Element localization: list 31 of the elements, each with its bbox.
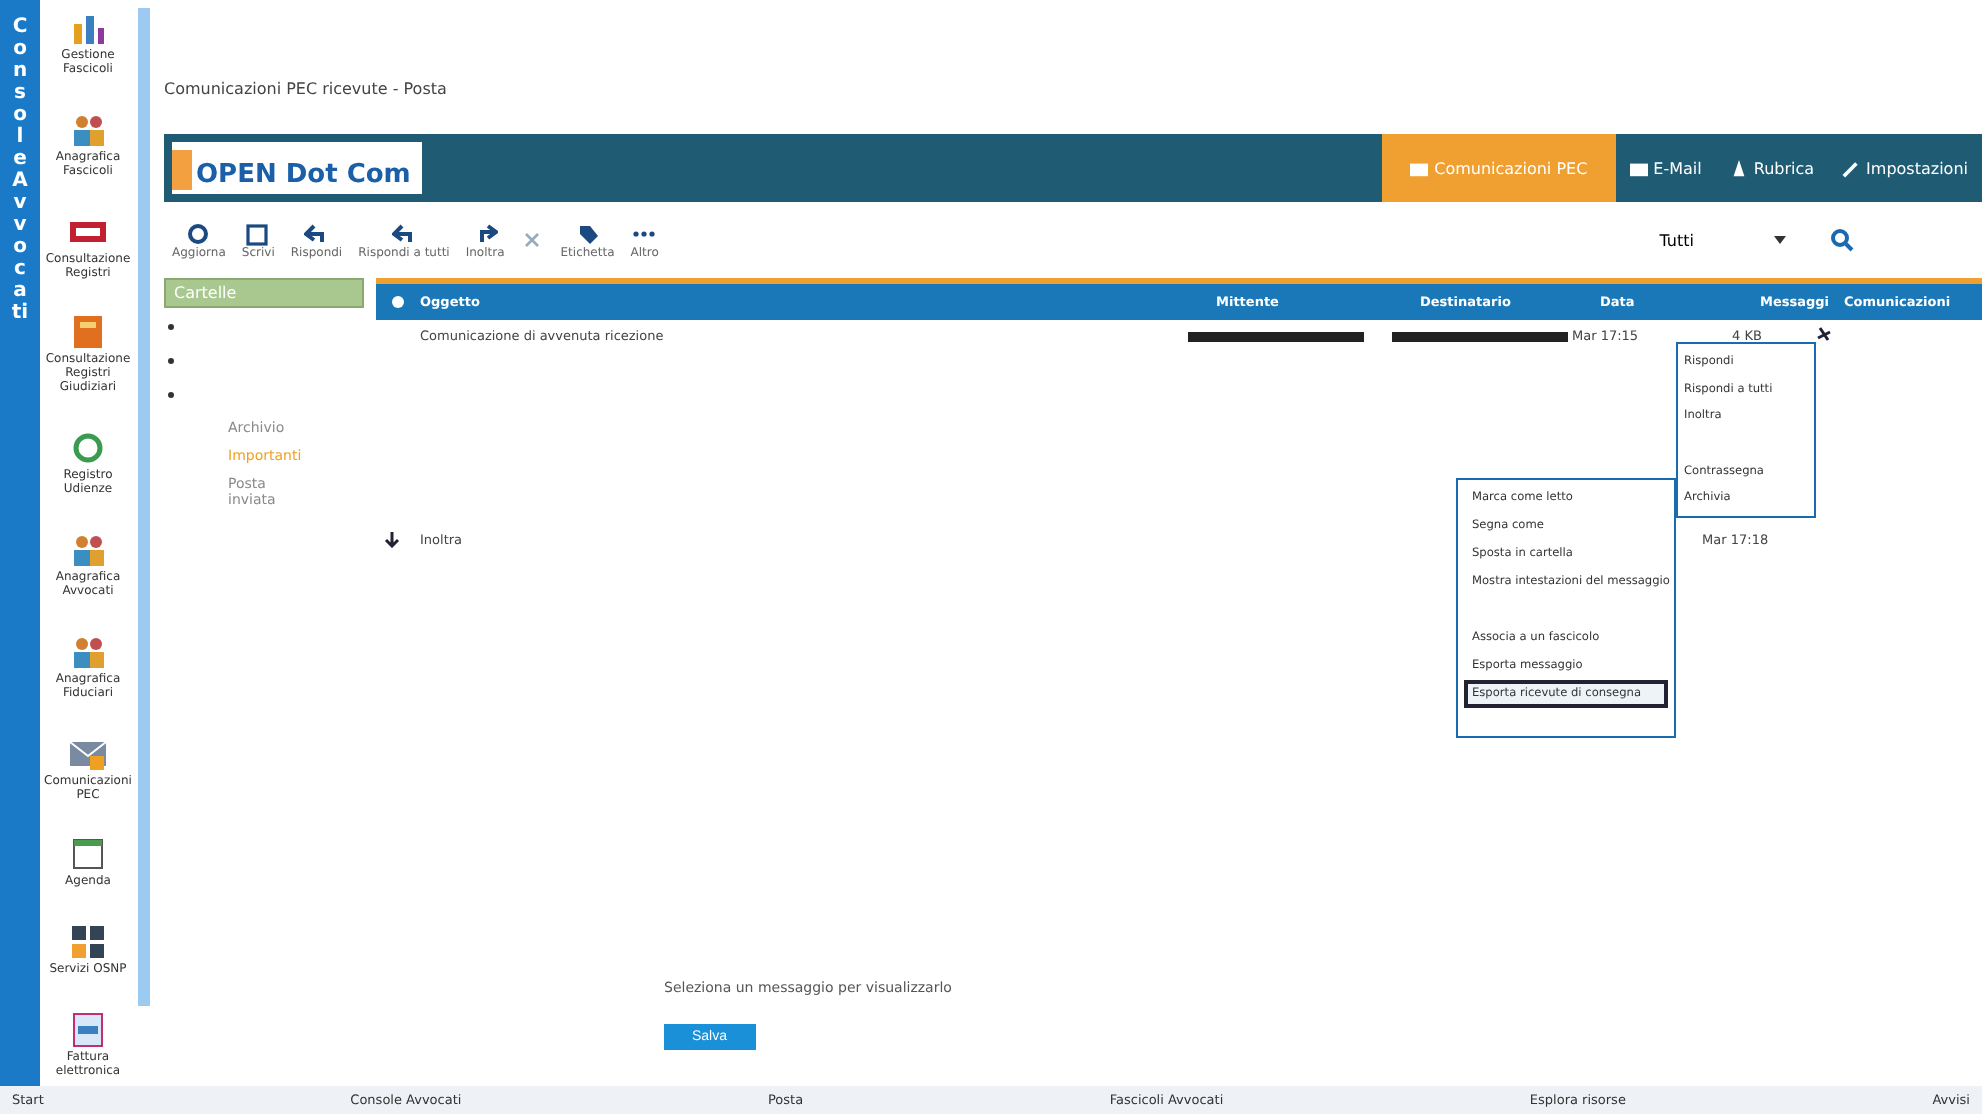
search-icon[interactable] <box>1830 228 1854 252</box>
breadcrumb: Comunicazioni PEC ricevute - Posta <box>164 78 449 102</box>
header-tab[interactable]: Impostazioni <box>1828 134 1982 202</box>
caret-icon[interactable] <box>1774 234 1786 246</box>
document-icon[interactable] <box>68 1009 108 1050</box>
envelope-icon <box>1629 159 1648 177</box>
box-icon <box>1410 159 1429 177</box>
reply-all-icon <box>391 221 416 245</box>
bullet-icon <box>168 324 174 330</box>
wrench-icon <box>1842 159 1861 177</box>
reply-icon <box>304 221 329 245</box>
filter-dropdown[interactable]: Tutti <box>1659 231 1786 249</box>
bullet-icon <box>168 392 174 398</box>
grid-icon[interactable] <box>68 922 108 963</box>
header-tab[interactable]: E-Mail <box>1615 134 1716 202</box>
person-icon <box>1729 159 1748 177</box>
download-icon[interactable] <box>384 532 400 548</box>
close-icon <box>520 228 545 252</box>
book-icon[interactable] <box>68 312 108 353</box>
edit-icon <box>246 221 271 245</box>
scrollbar[interactable] <box>138 8 150 1006</box>
refresh-icon <box>186 221 211 245</box>
calendar-icon[interactable] <box>68 834 108 875</box>
app-title: Console Avvocati <box>10 16 30 328</box>
attachment-icon <box>1816 326 1832 342</box>
dot-icon <box>392 296 404 308</box>
folders-header: Cartelle <box>164 278 364 308</box>
tag-icon <box>575 221 600 245</box>
bullet-icon <box>168 358 174 364</box>
header-tab[interactable]: Rubrica <box>1715 134 1829 202</box>
logo: OPEN Dot Com <box>172 142 423 194</box>
